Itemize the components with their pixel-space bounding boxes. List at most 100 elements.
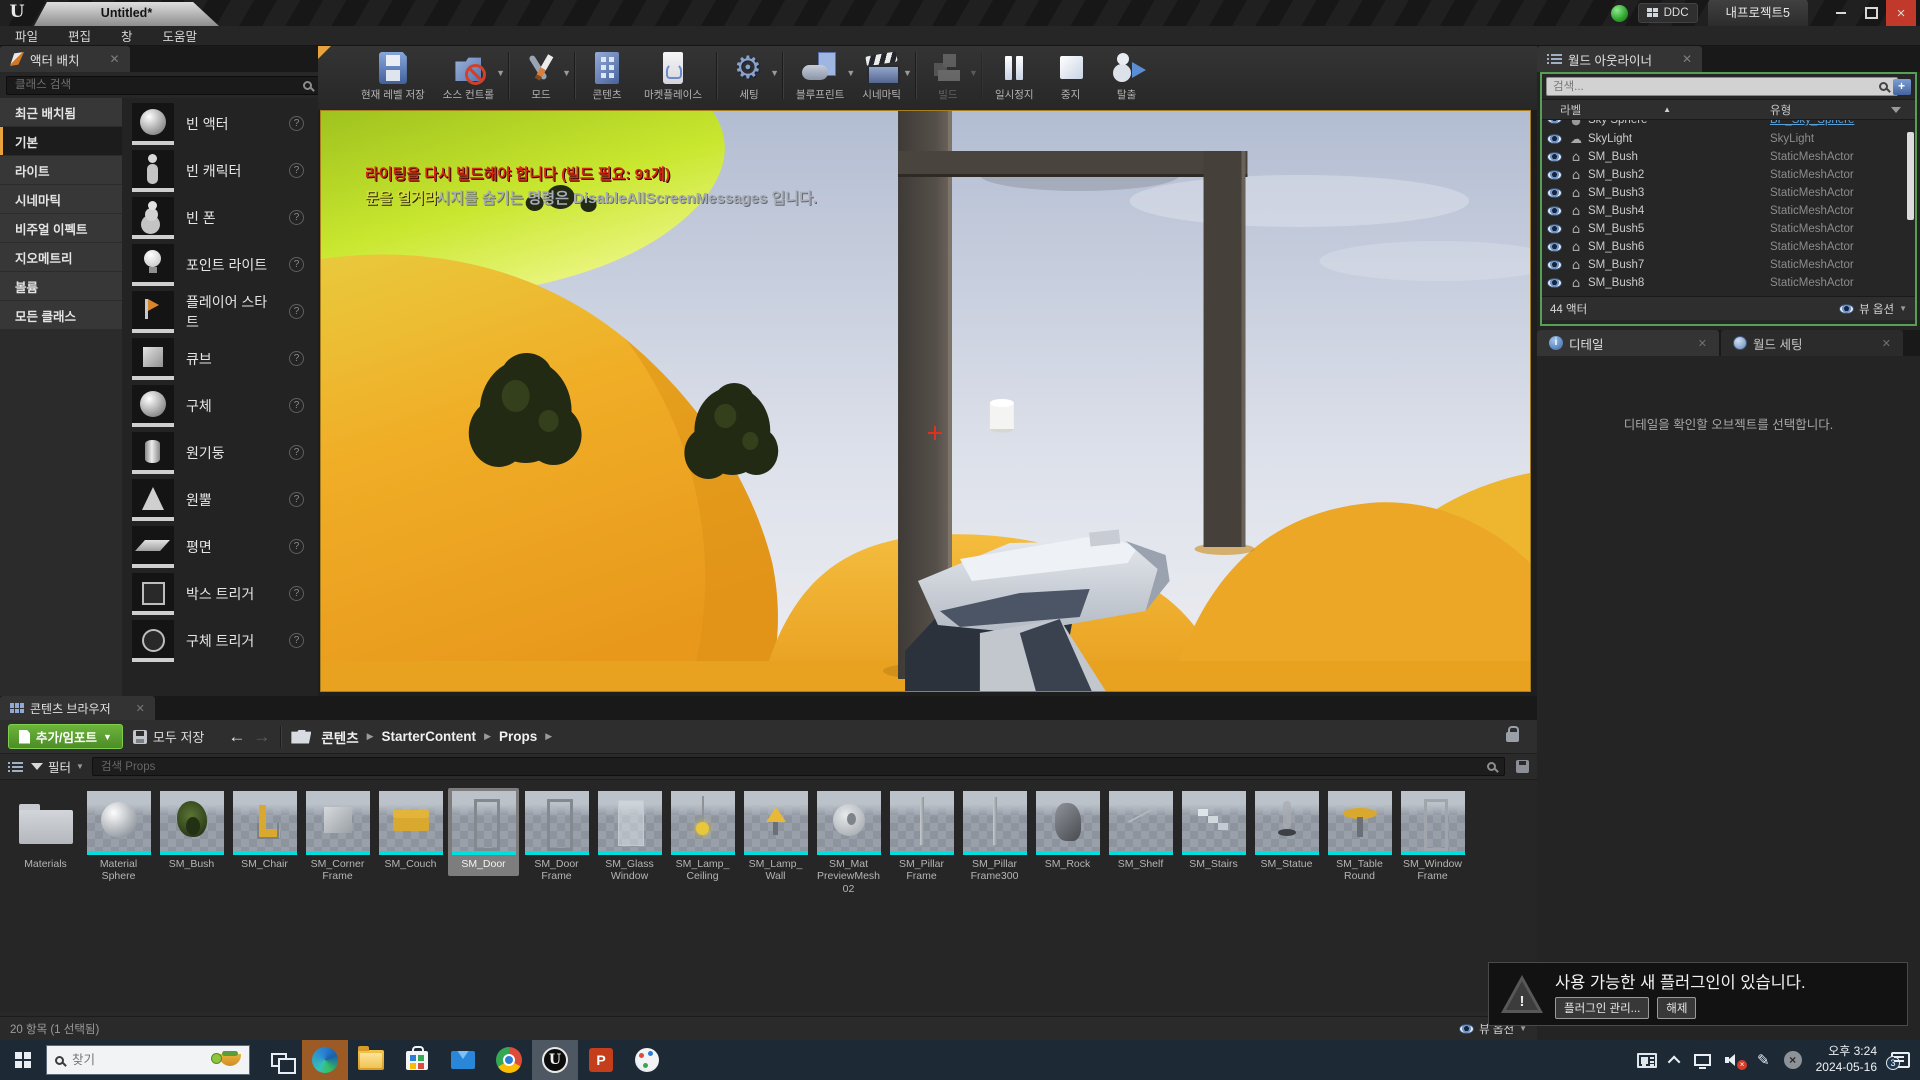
visibility-eye-icon[interactable]: [1547, 170, 1562, 180]
actor-category[interactable]: 최근 배치됨: [0, 98, 122, 126]
asset-tile[interactable]: Materials: [10, 788, 81, 876]
edge-taskbar-button[interactable]: [302, 1040, 348, 1080]
sources-panel-icon[interactable]: [8, 761, 23, 773]
asset-search-input[interactable]: [92, 757, 1505, 776]
dropdown-caret-icon[interactable]: [496, 68, 505, 78]
maximize-button[interactable]: [1856, 0, 1886, 26]
outliner-row[interactable]: SM_Bush4 StaticMeshActor: [1542, 202, 1915, 220]
details-tab[interactable]: 디테일: [1537, 330, 1719, 356]
taco-search-highlight-icon[interactable]: [219, 1054, 241, 1066]
outliner-row[interactable]: SkyLight SkyLight: [1542, 130, 1915, 148]
place-actor-item[interactable]: 플레이어 스타트: [122, 288, 318, 335]
asset-tile[interactable]: SM_Couch: [375, 788, 446, 876]
place-actor-item[interactable]: 구체 트리거: [122, 617, 318, 664]
toolbar-button[interactable]: 블루프린트: [787, 50, 853, 103]
notification-button[interactable]: 해제: [1657, 997, 1696, 1019]
asset-tile[interactable]: SM_Pillar Frame300: [959, 788, 1030, 889]
asset-tile[interactable]: SM_Statue: [1251, 788, 1322, 876]
outliner-row[interactable]: SM_Bush3 StaticMeshActor: [1542, 184, 1915, 202]
asset-tile[interactable]: SM_Door Frame: [521, 788, 592, 889]
mail-taskbar-button[interactable]: [440, 1040, 486, 1080]
taskbar-clock[interactable]: 오후 3:24 2024-05-16: [1816, 1044, 1877, 1075]
close-tab-icon[interactable]: [109, 52, 119, 66]
toolbar-button[interactable]: 일시정지: [986, 50, 1043, 103]
asset-tile[interactable]: SM_Lamp_ Wall: [740, 788, 811, 889]
add-actor-icon[interactable]: [1893, 79, 1911, 95]
toolbar-button[interactable]: 빌드: [920, 50, 976, 103]
taskbar-search-box[interactable]: [46, 1045, 250, 1075]
breadcrumb-arrow-icon[interactable]: [545, 731, 552, 742]
actor-category[interactable]: 라이트: [0, 156, 122, 184]
outliner-row[interactable]: SM_Bush8 StaticMeshActor: [1542, 274, 1915, 292]
actor-category[interactable]: 모든 클래스: [0, 301, 122, 329]
help-icon[interactable]: [289, 163, 304, 178]
close-tab-icon[interactable]: [1682, 52, 1692, 66]
tray-chevron-up-icon[interactable]: [1668, 1055, 1681, 1068]
place-actor-item[interactable]: 평면: [122, 523, 318, 570]
toolbar-button[interactable]: 모드: [513, 50, 569, 103]
notification-center-icon[interactable]: 3: [1891, 1052, 1910, 1068]
help-icon[interactable]: [289, 210, 304, 225]
dropdown-caret-icon[interactable]: [969, 68, 978, 78]
label-column-header[interactable]: 라벨: [1560, 102, 1581, 118]
breadcrumb-arrow-icon[interactable]: [367, 731, 374, 742]
navigate-back-button[interactable]: ←: [228, 727, 245, 747]
asset-tile[interactable]: SM_Window Frame: [1397, 788, 1468, 889]
ddc-button[interactable]: DDC: [1638, 3, 1698, 23]
class-search-input[interactable]: [6, 76, 325, 95]
store-taskbar-button[interactable]: [394, 1040, 440, 1080]
asset-tile[interactable]: SM_Door: [448, 788, 519, 876]
asset-tile[interactable]: SM_Table Round: [1324, 788, 1395, 889]
place-actor-item[interactable]: 빈 캐릭터: [122, 147, 318, 194]
minimize-button[interactable]: [1826, 0, 1856, 26]
breadcrumb-item[interactable]: 콘텐츠: [321, 727, 358, 747]
start-button[interactable]: [0, 1040, 46, 1080]
network-icon[interactable]: [1694, 1054, 1711, 1066]
toolbar-button[interactable]: 콘텐츠: [579, 50, 635, 103]
place-actor-item[interactable]: 원기둥: [122, 429, 318, 476]
breadcrumb-arrow-icon[interactable]: [484, 731, 491, 742]
taskbar-search-input[interactable]: [72, 1053, 211, 1067]
breadcrumb-item[interactable]: Props: [499, 729, 537, 744]
outliner-row[interactable]: SM_Bush5 StaticMeshActor: [1542, 220, 1915, 238]
help-icon[interactable]: [289, 492, 304, 507]
type-filter-icon[interactable]: [1891, 107, 1901, 113]
place-actor-item[interactable]: 박스 트리거: [122, 570, 318, 617]
place-actor-item[interactable]: 빈 액터: [122, 100, 318, 147]
help-icon[interactable]: [289, 116, 304, 131]
help-icon[interactable]: [289, 586, 304, 601]
close-tab-icon[interactable]: [136, 702, 145, 715]
outliner-scrollbar[interactable]: [1907, 132, 1914, 220]
asset-tile[interactable]: SM_Bush: [156, 788, 227, 876]
visibility-eye-icon[interactable]: [1547, 152, 1562, 162]
menu-item[interactable]: 창: [106, 26, 148, 45]
dropdown-caret-icon[interactable]: [770, 68, 779, 78]
world-outliner-tab[interactable]: 월드 아웃라이너: [1537, 46, 1702, 72]
outliner-view-options-button[interactable]: 뷰 옵션 ▼: [1839, 301, 1907, 317]
unreal-taskbar-button[interactable]: U: [532, 1040, 578, 1080]
asset-tile[interactable]: SM_Rock: [1032, 788, 1103, 876]
toolbar-button[interactable]: 세팅: [721, 50, 777, 103]
place-actor-item[interactable]: 큐브: [122, 335, 318, 382]
breadcrumb-item[interactable]: StarterContent: [382, 729, 477, 744]
toolbar-button[interactable]: 중지: [1043, 50, 1099, 103]
actor-category[interactable]: 볼륨: [0, 272, 122, 300]
visibility-eye-icon[interactable]: [1547, 278, 1562, 288]
filter-button[interactable]: 필터 ▼: [31, 757, 84, 776]
visibility-eye-icon[interactable]: [1547, 260, 1562, 270]
outliner-row[interactable]: SM_Bush StaticMeshActor: [1542, 148, 1915, 166]
help-icon[interactable]: [289, 398, 304, 413]
dropdown-caret-icon[interactable]: [903, 68, 912, 78]
place-actor-item[interactable]: 포인트 라이트: [122, 241, 318, 288]
content-browser-tab[interactable]: 콘텐츠 브라우저: [0, 696, 155, 720]
tray-app-icon[interactable]: ×: [1784, 1051, 1802, 1069]
notification-button[interactable]: 플러그인 관리...: [1555, 997, 1649, 1019]
menu-item[interactable]: 파일: [0, 26, 53, 45]
help-icon[interactable]: [289, 257, 304, 272]
actor-category[interactable]: 지오메트리: [0, 243, 122, 271]
close-tab-icon[interactable]: [1698, 337, 1707, 350]
actor-category[interactable]: 시네마틱: [0, 185, 122, 213]
visibility-eye-icon[interactable]: [1547, 120, 1562, 124]
visibility-eye-icon[interactable]: [1547, 188, 1562, 198]
close-button[interactable]: ×: [1886, 0, 1916, 26]
